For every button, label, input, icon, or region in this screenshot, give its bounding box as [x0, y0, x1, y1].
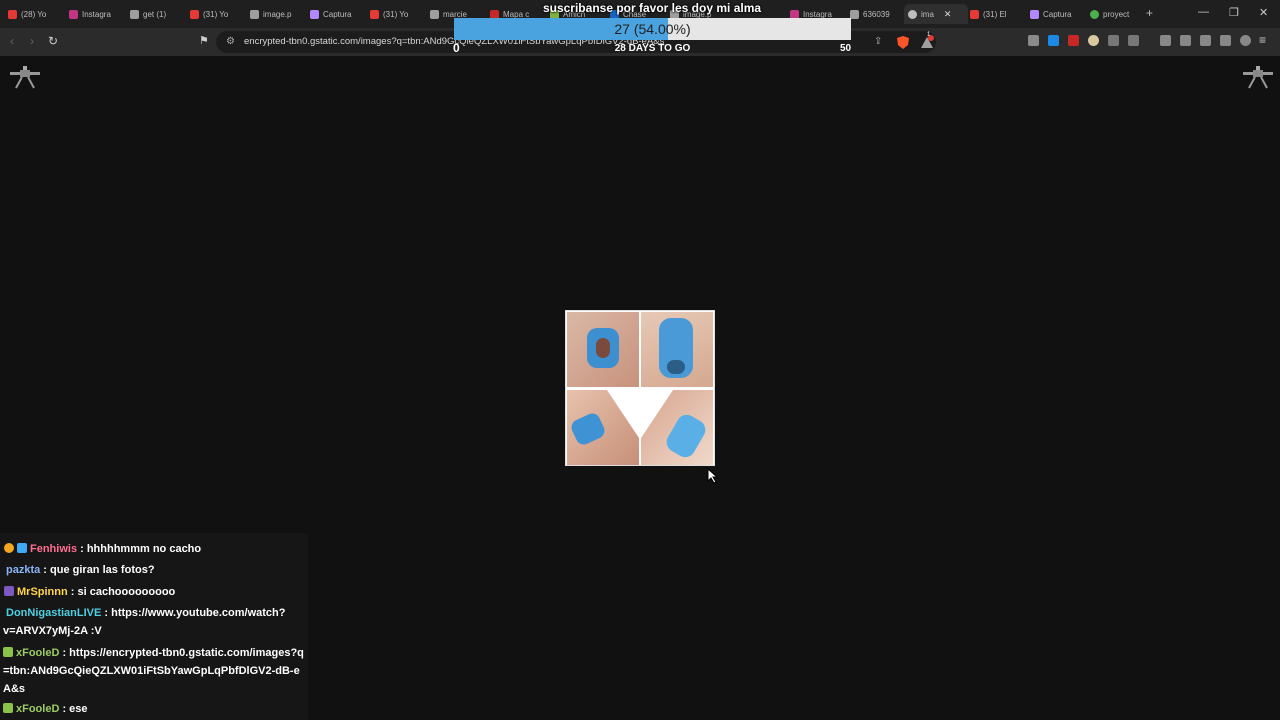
back-icon[interactable]: ‹	[10, 34, 14, 48]
goal-title: suscribanse por favor les doy mi alma	[542, 1, 762, 15]
chat-message: xFooleD : https://encrypted-tbn0.gstatic…	[3, 644, 305, 698]
bookmark-icon[interactable]: ⚑	[199, 34, 209, 47]
left-robot-icon	[10, 66, 40, 89]
badge-icon	[3, 703, 13, 713]
stream-chat: Fenhiwis : hhhhhmmm no cacho pazkta : qu…	[0, 533, 308, 720]
photo-quadrant	[641, 312, 713, 387]
badge-icon	[4, 543, 14, 553]
ublock-icon[interactable]	[1068, 35, 1079, 46]
sidebar-icon[interactable]	[1180, 35, 1191, 46]
menu-icon[interactable]: ≡	[1259, 33, 1266, 47]
chat-username: xFooleD	[16, 703, 60, 715]
mouse-cursor-icon	[707, 468, 719, 484]
leo-ai-icon[interactable]	[1220, 35, 1231, 46]
chat-username: Fenhiwis	[30, 543, 78, 555]
badge-icon	[4, 586, 14, 596]
chat-message: pazkta : que giran las fotos?	[6, 561, 306, 579]
forward-icon[interactable]: ›	[30, 34, 34, 48]
badge-icon	[17, 543, 27, 553]
translate-icon[interactable]	[1028, 35, 1039, 46]
rewards-badge: 1	[927, 32, 931, 38]
wallet-icon[interactable]	[1200, 35, 1211, 46]
right-robot-icon	[1243, 66, 1273, 89]
goal-max: 50	[840, 43, 852, 54]
goal-count: 27 (54.00%)	[614, 21, 691, 37]
chat-message: DonNigastianLIVE : https://www.youtube.c…	[3, 604, 295, 640]
audio-icon[interactable]	[1048, 35, 1059, 46]
chat-username: xFooleD	[16, 647, 60, 659]
extensions-puzzle-icon[interactable]	[1108, 35, 1119, 46]
site-info-icon[interactable]: ⚙	[226, 36, 235, 47]
egg-extension-icon[interactable]	[1088, 35, 1099, 46]
chat-username: DonNigastianLIVE	[6, 607, 102, 619]
product-photo-collage	[565, 310, 715, 466]
photo-quadrant	[567, 390, 639, 465]
vpn-icon[interactable]	[1240, 35, 1251, 46]
goal-days-left: 28 DAYS TO GO	[614, 43, 691, 54]
badge-icon	[3, 647, 13, 657]
photo-quadrant	[567, 312, 639, 387]
chat-username: MrSpinnn	[17, 586, 68, 598]
chat-username: pazkta	[6, 564, 41, 576]
chat-text: : ese	[59, 703, 88, 715]
chat-text: : hhhhhmmm no cacho	[77, 543, 202, 555]
share-icon[interactable]: ⇪	[874, 36, 882, 47]
photo-quadrant	[641, 390, 713, 465]
chat-text: : que giran las fotos?	[40, 564, 155, 576]
chat-message: Fenhiwis : hhhhhmmm no cacho	[4, 540, 304, 558]
brave-shield-icon[interactable]	[896, 35, 910, 50]
chat-text: : si cachooooooooo	[67, 586, 176, 598]
chat-message: xFooleD : ese	[3, 700, 303, 718]
screenshot-icon[interactable]	[1128, 35, 1139, 46]
chat-message: MrSpinnn : si cachooooooooo	[4, 583, 304, 601]
music-icon[interactable]	[1160, 35, 1171, 46]
reload-icon[interactable]: ↻	[48, 34, 58, 48]
